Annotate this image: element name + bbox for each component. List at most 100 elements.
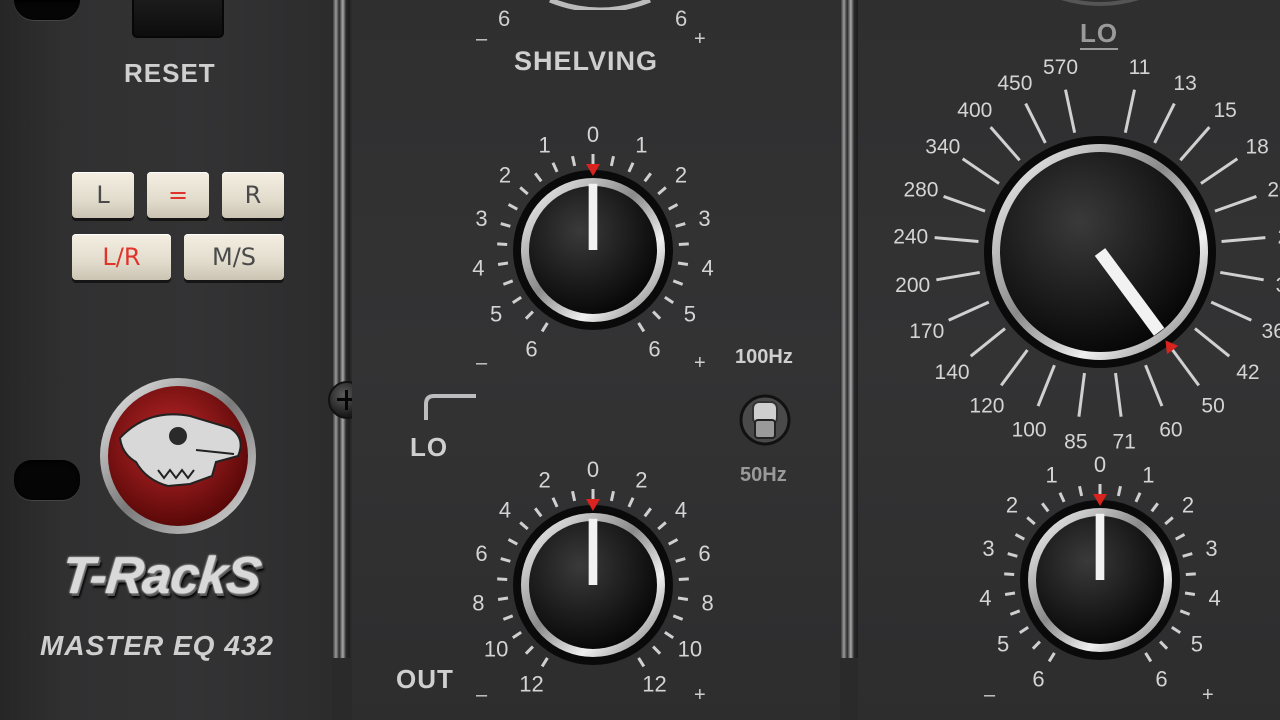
freq-tick — [961, 157, 1000, 185]
freq-scale-label: 60 — [1159, 418, 1182, 441]
scale-tick — [637, 657, 646, 668]
dinosaur-skull-icon — [100, 378, 256, 534]
freq-scale-label: 20 — [1267, 178, 1280, 201]
scale-tick — [497, 596, 509, 601]
scale-tick — [1185, 572, 1196, 576]
freq-tick — [1153, 102, 1176, 144]
scale-tick — [1009, 609, 1021, 616]
scale-label: 6 — [648, 336, 660, 361]
scale-tick — [551, 497, 559, 508]
lo-gain-minus: – — [476, 352, 489, 374]
scale-tick — [1007, 552, 1018, 558]
scale-tick — [675, 557, 686, 563]
mid-gain-knob[interactable]: 654321 0 123456 — [960, 440, 1240, 700]
scale-tick — [627, 497, 635, 508]
lo-frequency-knob[interactable]: 1113151820253036425060718510012014017020… — [893, 56, 1280, 460]
scale-tick — [1014, 533, 1026, 541]
scale-label: 5 — [490, 302, 502, 327]
scale-label: 3 — [1205, 536, 1217, 561]
scale-label: 4 — [675, 497, 687, 522]
scale-tick — [1144, 652, 1153, 663]
reset-button[interactable] — [132, 0, 224, 38]
lo-shape-label: LO — [410, 432, 449, 462]
channel-link-button[interactable]: = — [147, 172, 209, 218]
divider-rail-right — [840, 0, 858, 658]
scale-tick — [497, 261, 509, 266]
scale-tick — [667, 203, 679, 211]
scale-tick — [1047, 652, 1056, 663]
freq-tick — [1064, 89, 1077, 133]
mid-gain-plus: + — [1202, 684, 1215, 706]
out-gain-knob[interactable]: 12108642 0 24681012 — [453, 445, 733, 705]
freq-tick — [934, 236, 979, 243]
freq-tick — [1220, 270, 1264, 282]
freq-toggle-switch[interactable] — [735, 388, 795, 448]
freq-tick — [1036, 364, 1056, 407]
brand-logo: T-RackS — [58, 547, 264, 605]
scale-label: 6 — [525, 336, 537, 361]
scale-tick — [1031, 640, 1041, 650]
scale-tick — [502, 279, 514, 286]
freq-scale-label: 13 — [1173, 72, 1196, 95]
out-gain-minus: – — [476, 684, 489, 706]
freq-scale-label: 170 — [909, 320, 944, 343]
freq-scale-label: 400 — [957, 99, 992, 122]
scale-tick — [677, 596, 689, 601]
scale-label: 4 — [702, 255, 714, 280]
shelving-knob-bottom[interactable] — [540, 0, 660, 10]
scale-tick — [534, 172, 543, 183]
scale-label: 1 — [635, 133, 647, 158]
scale-tick — [652, 310, 662, 320]
channel-r-button[interactable]: R — [222, 172, 284, 218]
scale-label: 12 — [642, 671, 666, 696]
freq-tick — [1214, 194, 1257, 213]
top-knob-bottom[interactable] — [1040, 0, 1160, 10]
scale-tick — [1159, 640, 1169, 650]
freq-scale-label: 11 — [1129, 56, 1151, 79]
scale-tick — [643, 507, 652, 518]
scale-tick — [497, 577, 508, 581]
freq-scale-label: 200 — [895, 274, 930, 297]
scale-tick — [534, 507, 543, 518]
freq-scale-label: 15 — [1214, 99, 1237, 122]
stereo-ms-button[interactable]: M/S — [184, 234, 284, 280]
scale-tick — [1164, 516, 1174, 526]
scale-label: 8 — [472, 590, 484, 615]
scale-label: 5 — [684, 302, 696, 327]
scale-tick — [609, 155, 615, 167]
scale-tick — [1150, 502, 1159, 513]
scale-label: 10 — [678, 637, 702, 662]
lo-section-label: LO — [1080, 18, 1119, 48]
divider-rail-left — [332, 0, 350, 658]
scale-label: 6 — [698, 541, 710, 566]
scale-label: 4 — [472, 255, 484, 280]
scale-label: 4 — [1209, 585, 1221, 610]
scale-tick — [497, 242, 508, 246]
channel-l-button[interactable]: L — [72, 172, 134, 218]
scale-tick — [524, 645, 534, 655]
scale-tick — [551, 162, 559, 173]
scale-tick — [637, 322, 646, 333]
freq-scale-label: 18 — [1246, 135, 1269, 158]
freq-scale-label: 340 — [925, 135, 960, 158]
scale-label: 3 — [698, 206, 710, 231]
scale-label: 2 — [538, 468, 550, 493]
freq-scale-label: 50 — [1201, 395, 1224, 418]
freq-tick — [1114, 372, 1123, 417]
scale-label: 3 — [475, 206, 487, 231]
shelving-scale-right: 6 — [675, 6, 689, 31]
scale-tick — [1116, 485, 1122, 497]
scale-tick — [1174, 533, 1186, 541]
scale-tick — [1041, 502, 1050, 513]
freq-switch-top-label: 100Hz — [735, 346, 793, 368]
scale-label: 2 — [635, 468, 647, 493]
stereo-lr-button[interactable]: L/R — [72, 234, 171, 280]
scale-tick — [500, 557, 511, 563]
lo-gain-knob[interactable]: 654321 0 123456 — [453, 110, 733, 370]
scale-tick — [519, 521, 529, 531]
rack-mount-hole — [14, 460, 80, 500]
scale-tick — [1004, 572, 1015, 576]
scale-tick — [664, 631, 675, 640]
scale-label: 0 — [1094, 452, 1106, 477]
scale-tick — [664, 296, 675, 305]
